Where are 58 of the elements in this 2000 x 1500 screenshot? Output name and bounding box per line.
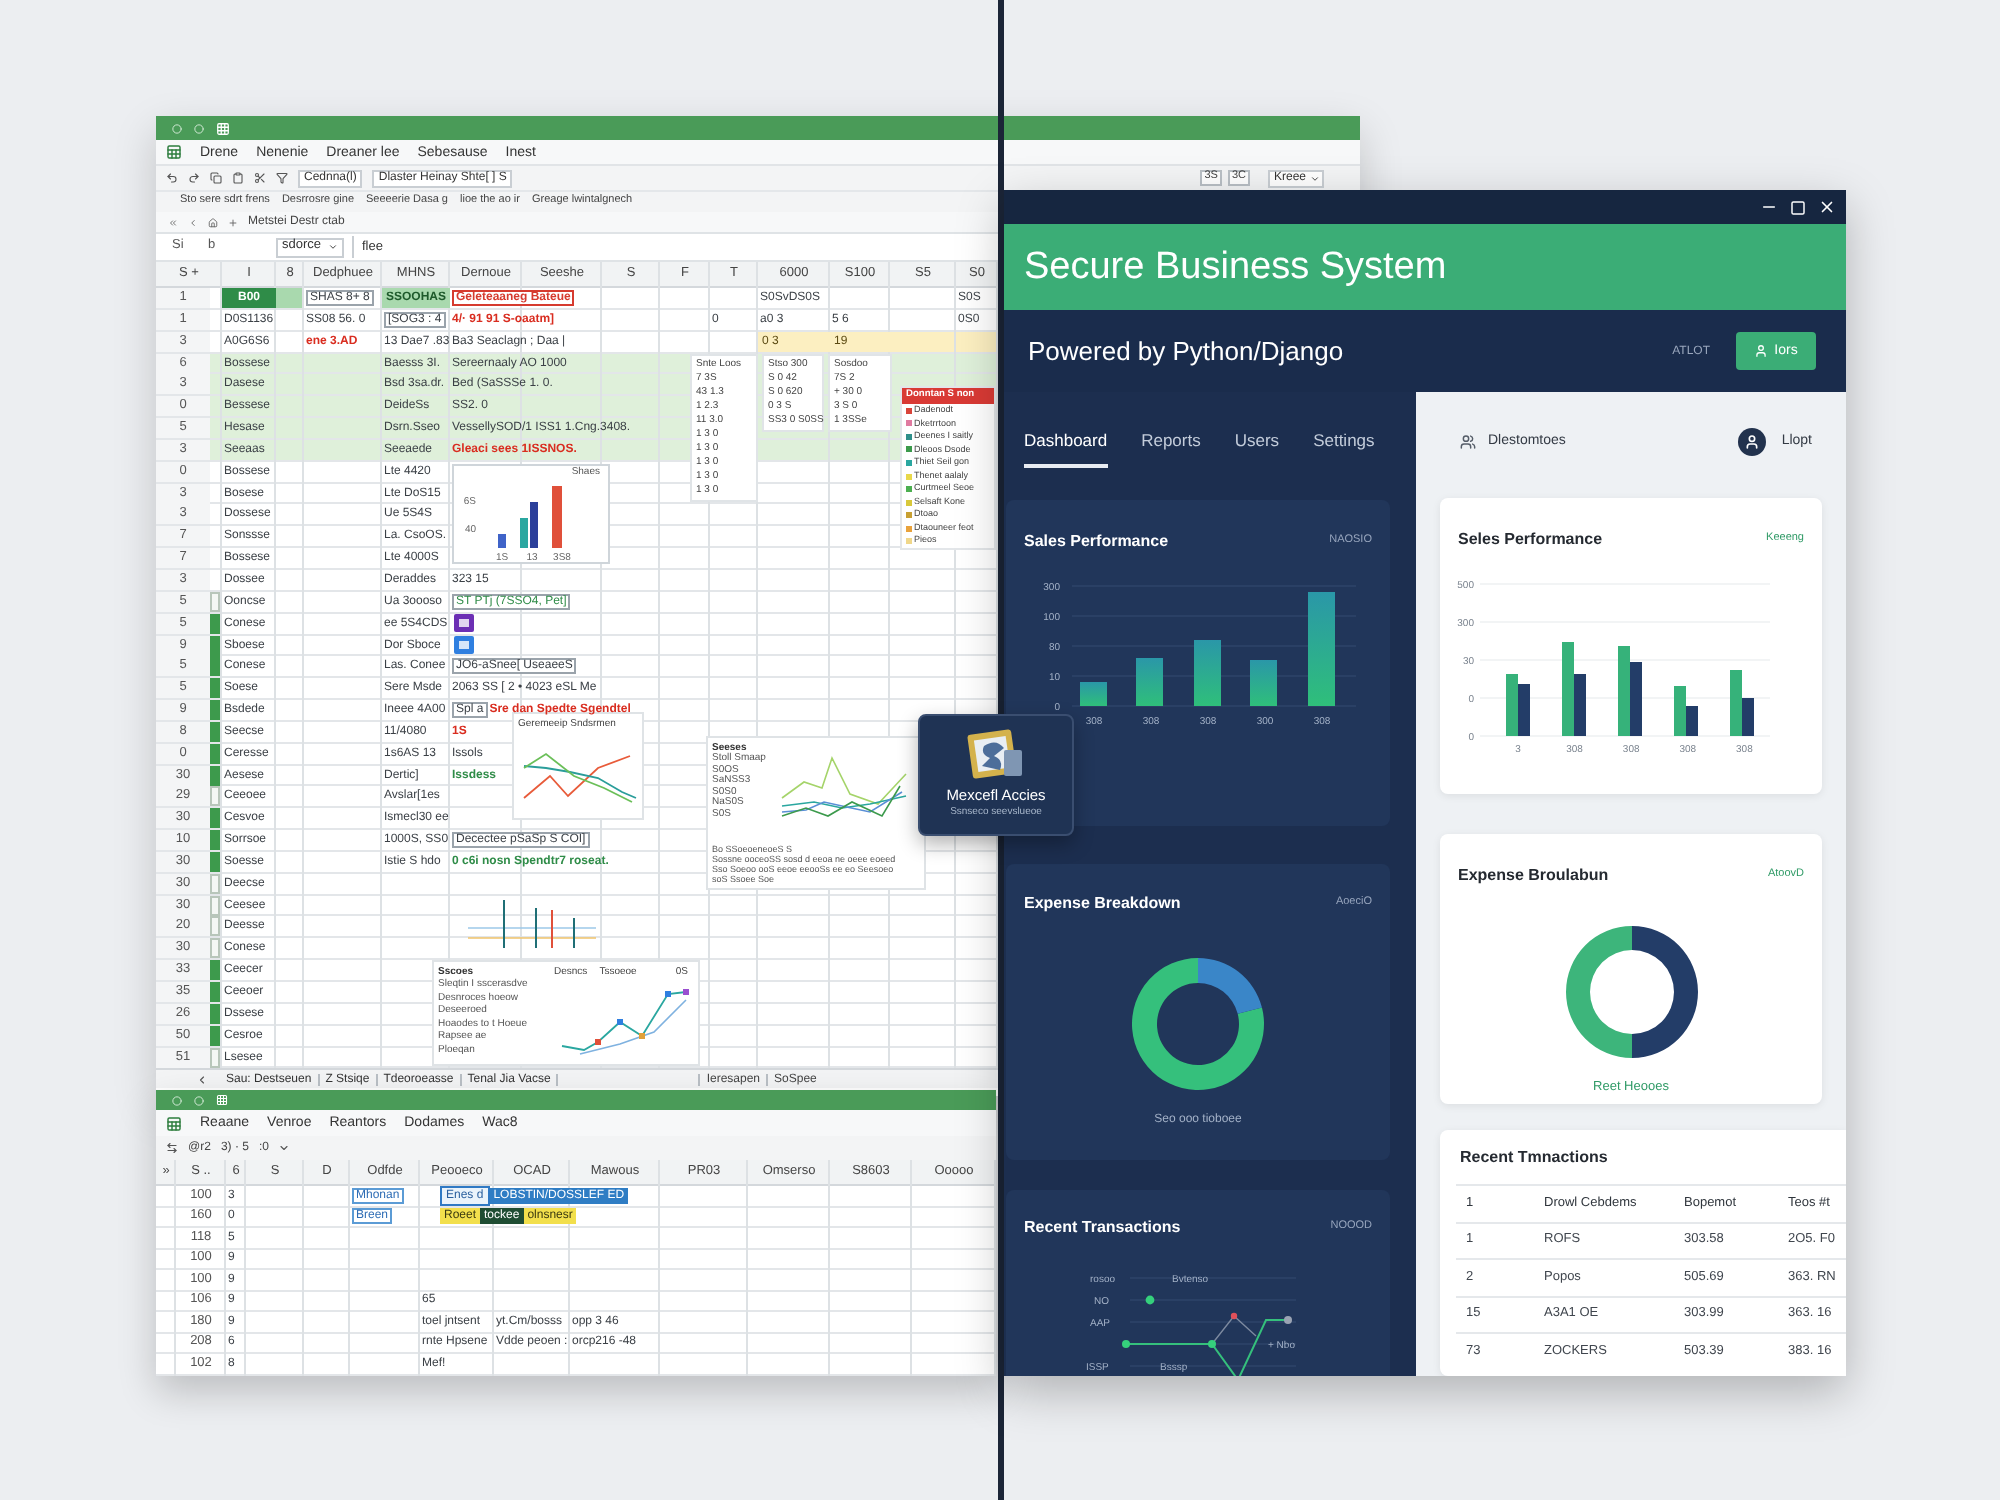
card-title: Expense Broulabun bbox=[1458, 866, 1609, 886]
tab[interactable]: Dashboard bbox=[1024, 430, 1108, 468]
avatar-icon[interactable] bbox=[1737, 427, 1766, 455]
card-title: Seles Performance bbox=[1458, 530, 1603, 550]
redo-icon[interactable] bbox=[188, 172, 200, 184]
grid-icon[interactable] bbox=[216, 121, 230, 135]
data-point bbox=[1230, 1312, 1238, 1320]
tab[interactable]: Settings bbox=[1313, 430, 1375, 450]
user-icon bbox=[1754, 344, 1769, 358]
data-point bbox=[1122, 1340, 1130, 1348]
close-icon[interactable] bbox=[1818, 198, 1836, 216]
chart-line bbox=[579, 999, 687, 1055]
chart-bar bbox=[1250, 660, 1277, 706]
plus-icon[interactable] bbox=[228, 217, 238, 227]
data-point bbox=[595, 1039, 601, 1045]
data-point bbox=[617, 1019, 623, 1025]
scissors-icon[interactable] bbox=[254, 172, 266, 184]
data-point bbox=[1284, 1316, 1292, 1324]
undo-icon[interactable] bbox=[166, 172, 178, 184]
chart-bar bbox=[1136, 658, 1163, 706]
tab[interactable]: Users bbox=[1234, 430, 1280, 450]
card-title: Recent Tmnactions bbox=[1458, 1148, 1610, 1168]
caret-icon bbox=[328, 242, 338, 252]
home-icon[interactable] bbox=[208, 217, 218, 227]
data-point bbox=[1208, 1340, 1216, 1348]
chart-bar bbox=[1308, 592, 1335, 706]
spreadsheet-icon[interactable] bbox=[166, 1115, 182, 1131]
chevron-left-icon[interactable] bbox=[196, 1073, 208, 1086]
tab[interactable]: Reports bbox=[1141, 430, 1201, 450]
maximize-icon[interactable] bbox=[1790, 199, 1806, 215]
spreadsheet-icon[interactable] bbox=[166, 144, 182, 160]
app-title: Secure Business System bbox=[1024, 248, 1447, 286]
donut-slice bbox=[1631, 926, 1697, 1058]
filter-icon[interactable] bbox=[276, 172, 288, 184]
card-title: Expense Breakdown bbox=[1024, 894, 1181, 914]
chart-bar bbox=[1080, 682, 1107, 706]
chart-bar bbox=[552, 486, 562, 548]
filled-cell bbox=[276, 288, 304, 308]
caret-icon bbox=[1310, 173, 1320, 183]
data-point bbox=[639, 1033, 645, 1039]
data-point bbox=[1145, 1295, 1155, 1305]
chart-bar bbox=[1194, 640, 1221, 706]
data-point bbox=[683, 989, 689, 995]
swap-icon[interactable] bbox=[166, 1142, 178, 1154]
grid-icon[interactable] bbox=[216, 1094, 228, 1106]
chart-line bbox=[561, 991, 687, 1051]
copy-icon[interactable] bbox=[210, 172, 222, 184]
caret-icon[interactable] bbox=[278, 1142, 291, 1154]
card-title: Recent Transactions bbox=[1024, 1218, 1181, 1238]
chevron-left-icon[interactable] bbox=[188, 217, 198, 227]
chart-bar bbox=[498, 534, 506, 548]
donut-slice bbox=[1565, 926, 1631, 1058]
app-subtitle: Powered by Python/Django bbox=[1028, 338, 1344, 364]
users-icon[interactable] bbox=[1460, 433, 1476, 449]
card-title: Sales Performance bbox=[1024, 532, 1169, 552]
app-icon bbox=[966, 726, 1026, 782]
clipboard-icon[interactable] bbox=[232, 172, 244, 184]
data-point bbox=[665, 991, 671, 997]
